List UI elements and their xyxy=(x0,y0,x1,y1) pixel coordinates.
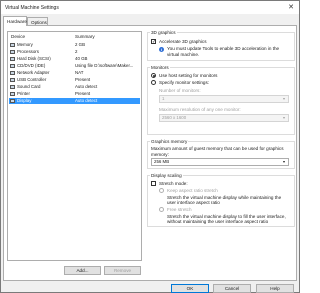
info-icon: i xyxy=(159,47,164,52)
device-row-hard-disk[interactable]: Hard Disk (SCSI) 40 GB xyxy=(9,56,140,62)
display-scaling-group: Display scaling Stretch mode: Keep aspec… xyxy=(147,173,295,227)
graphics-memory-value: 256 MB xyxy=(154,159,170,164)
keep-aspect-label: Keep aspect ratio stretch xyxy=(167,188,218,193)
3d-graphics-group: 3D graphics ✓ Accelerate 3D graphics i Y… xyxy=(147,30,295,61)
memory-icon xyxy=(10,43,15,47)
add-device-button[interactable]: Add... xyxy=(64,266,101,275)
free-stretch-radio[interactable] xyxy=(159,207,164,212)
keep-aspect-description: Stretch the virtual machine display whil… xyxy=(167,195,282,206)
device-list[interactable]: Device Summary Memory 2 GB Processors 2 … xyxy=(7,31,142,261)
ok-button[interactable]: OK xyxy=(171,284,209,293)
device-row-usb-controller[interactable]: USB Controller Present xyxy=(9,77,140,83)
hard-disk-icon xyxy=(10,57,15,61)
printer-icon xyxy=(10,92,15,96)
tab-hardware[interactable]: Hardware xyxy=(3,16,27,26)
device-summary: Present xyxy=(75,77,91,82)
display-scaling-heading: Display scaling xyxy=(150,173,183,178)
device-name: Network Adapter xyxy=(17,70,50,75)
hardware-panel: Device Summary Memory 2 GB Processors 2 … xyxy=(3,25,297,281)
device-name: Printer xyxy=(17,91,30,96)
device-row-cd-dvd[interactable]: CD/DVD (IDE) Using file D:\software\Make… xyxy=(9,63,140,69)
device-row-network-adapter[interactable]: Network Adapter NAT xyxy=(9,70,140,76)
device-summary: 2 GB xyxy=(75,42,86,47)
free-stretch-description: Stretch the virtual machine display to f… xyxy=(167,214,286,225)
stretch-mode-checkbox[interactable] xyxy=(151,181,156,186)
device-summary: Present xyxy=(75,91,91,96)
device-name: Sound Card xyxy=(17,84,41,89)
device-row-printer[interactable]: Printer Present xyxy=(9,91,140,97)
device-name: CD/DVD (IDE) xyxy=(17,63,46,68)
tools-warning-text: You must update Tools to enable 3D accel… xyxy=(167,46,280,57)
use-host-radio[interactable] xyxy=(151,73,156,78)
chevron-down-icon: ▾ xyxy=(282,96,285,101)
stretch-mode-label: Stretch mode: xyxy=(159,181,188,186)
device-summary: Auto detect xyxy=(75,98,98,103)
device-summary: Auto detect xyxy=(75,84,98,89)
device-summary: 40 GB xyxy=(75,56,88,61)
device-summary: 2 xyxy=(75,49,78,54)
remove-device-button[interactable]: Remove xyxy=(104,266,141,275)
device-summary: Using file D:\software\Maker... xyxy=(75,63,134,68)
processor-icon xyxy=(10,50,15,54)
monitors-heading: Monitors xyxy=(150,65,170,70)
max-resolution-value: 2560 x 1600 xyxy=(162,115,187,120)
cancel-button[interactable]: Cancel xyxy=(213,284,251,293)
chevron-down-icon: ▾ xyxy=(282,159,285,164)
help-button[interactable]: Help xyxy=(256,284,294,293)
sound-icon xyxy=(10,85,15,89)
max-resolution-label: Maximum resolution of any one monitor: xyxy=(159,107,241,112)
device-name: Processors xyxy=(17,49,39,54)
usb-icon xyxy=(10,78,15,82)
device-row-display[interactable]: Display Auto detect xyxy=(9,98,140,104)
number-of-monitors-select[interactable]: 1 ▾ xyxy=(159,95,289,103)
device-name: Display xyxy=(17,98,32,103)
free-stretch-label: Free stretch xyxy=(167,207,192,212)
3d-graphics-heading: 3D graphics xyxy=(150,30,177,35)
close-icon[interactable]: ✕ xyxy=(286,3,296,12)
graphics-memory-group: Graphics memory Maximum amount of guest … xyxy=(147,139,295,169)
max-resolution-select[interactable]: 2560 x 1600 ▾ xyxy=(159,114,289,122)
monitors-group: Monitors Use host setting for monitors S… xyxy=(147,65,295,135)
device-row-sound-card[interactable]: Sound Card Auto detect xyxy=(9,84,140,90)
device-name: USB Controller xyxy=(17,77,47,82)
number-of-monitors-label: Number of monitors: xyxy=(159,88,201,93)
number-of-monitors-value: 1 xyxy=(162,96,165,101)
device-name: Memory xyxy=(17,42,33,47)
device-name: Hard Disk (SCSI) xyxy=(17,56,51,61)
cd-dvd-icon xyxy=(10,64,15,68)
graphics-memory-select[interactable]: 256 MB ▾ xyxy=(151,158,289,166)
accelerate-3d-checkbox[interactable]: ✓ xyxy=(151,39,156,45)
accelerate-3d-label: Accelerate 3D graphics xyxy=(159,39,207,44)
device-column-header: Device xyxy=(11,34,26,39)
device-summary: NAT xyxy=(75,70,84,75)
settings-window: Virtual Machine Settings ✕ Hardware Opti… xyxy=(0,0,300,293)
specify-monitor-label: Specify monitor settings: xyxy=(159,80,210,85)
keep-aspect-radio[interactable] xyxy=(159,188,164,193)
network-icon xyxy=(10,71,15,75)
window-title: Virtual Machine Settings xyxy=(5,5,59,11)
specify-monitor-radio[interactable] xyxy=(151,80,156,85)
chevron-down-icon: ▾ xyxy=(282,115,285,120)
device-row-memory[interactable]: Memory 2 GB xyxy=(9,42,140,48)
summary-column-header: Summary xyxy=(75,34,95,39)
use-host-label: Use host setting for monitors xyxy=(159,73,218,78)
title-bar: Virtual Machine Settings ✕ xyxy=(1,1,299,14)
device-row-processors[interactable]: Processors 2 xyxy=(9,49,140,55)
display-icon xyxy=(10,99,15,103)
graphics-memory-heading: Graphics memory xyxy=(150,139,189,144)
tab-options[interactable]: Options xyxy=(27,17,48,25)
graphics-memory-description: Maximum amount of guest memory that can … xyxy=(151,146,284,157)
